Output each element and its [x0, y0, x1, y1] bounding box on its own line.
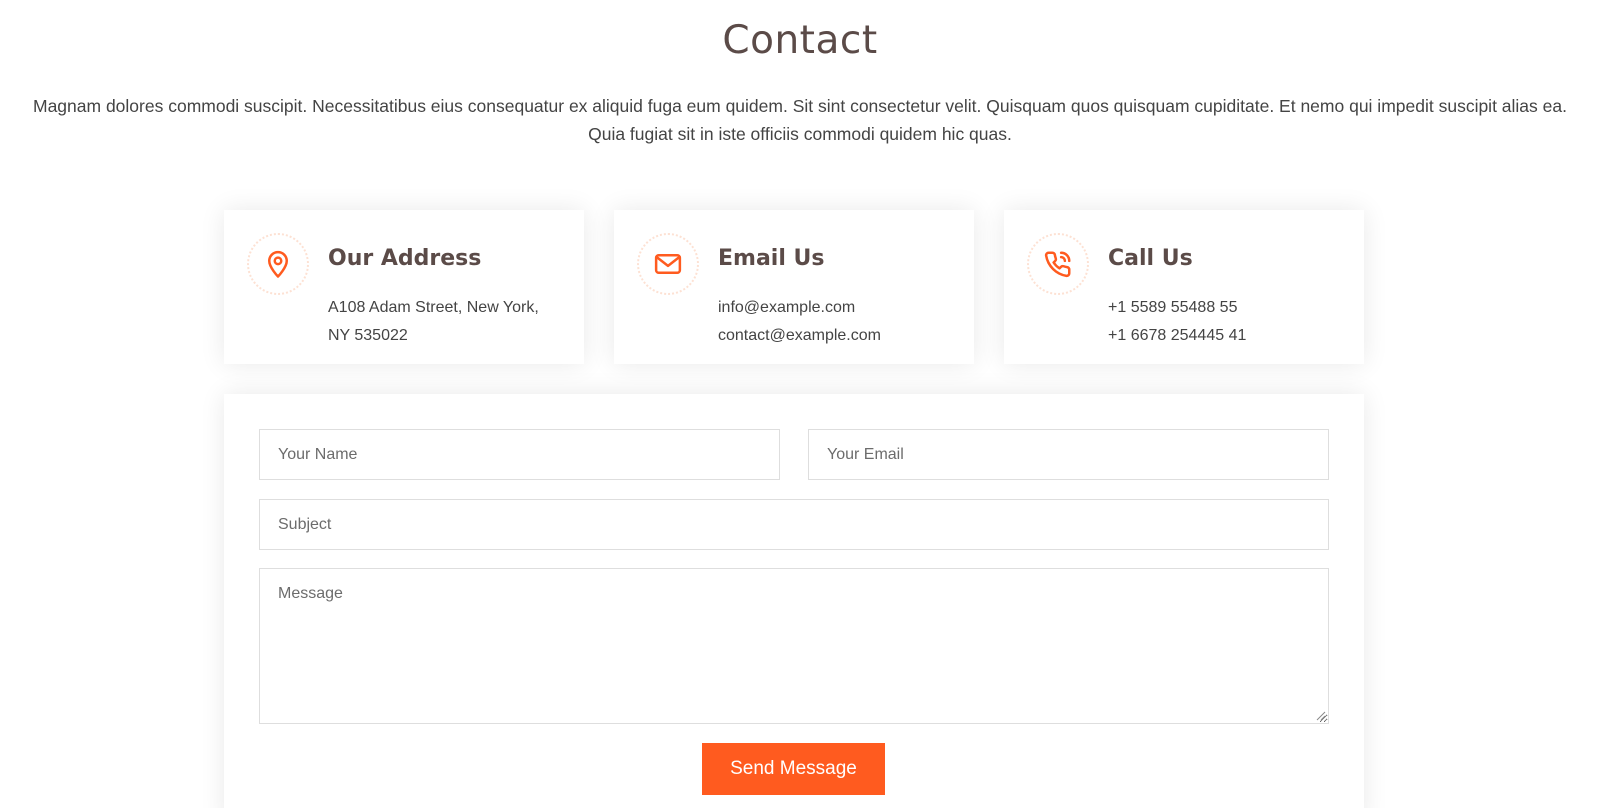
info-box-title: Email Us [718, 246, 825, 271]
section-description: Magnam dolores commodi suscipit. Necessi… [33, 96, 1567, 144]
email-line-2[interactable]: contact@example.com [718, 322, 881, 350]
phone-line-2[interactable]: +1 6678 254445 41 [1108, 322, 1246, 350]
send-message-button[interactable]: Send Message [702, 743, 885, 795]
phone-icon [1027, 233, 1089, 295]
email-input[interactable] [808, 429, 1329, 480]
map-pin-icon [247, 233, 309, 295]
address-line-2: NY 535022 [328, 327, 408, 344]
email-line-1[interactable]: info@example.com [718, 294, 855, 322]
info-box-title: Our Address [328, 246, 482, 271]
section-title: Contact [722, 18, 878, 63]
resize-handle-icon[interactable] [1315, 710, 1326, 721]
address-line-1: A108 Adam Street, New York, [328, 299, 539, 316]
email-info-box: Email Us info@example.com contact@exampl… [614, 210, 974, 364]
phone-info-box: Call Us +1 5589 55488 55 +1 6678 254445 … [1004, 210, 1364, 364]
message-textarea[interactable] [259, 568, 1329, 724]
contact-section: Contact Magnam dolores commodi suscipit.… [0, 0, 1600, 808]
name-input[interactable] [259, 429, 780, 480]
subject-input[interactable] [259, 499, 1329, 550]
envelope-icon [637, 233, 699, 295]
info-box-title: Call Us [1108, 246, 1193, 271]
address-info-box: Our Address A108 Adam Street, New York, … [224, 210, 584, 364]
contact-form: Send Message [224, 394, 1364, 808]
phone-line-1[interactable]: +1 5589 55488 55 [1108, 294, 1237, 322]
